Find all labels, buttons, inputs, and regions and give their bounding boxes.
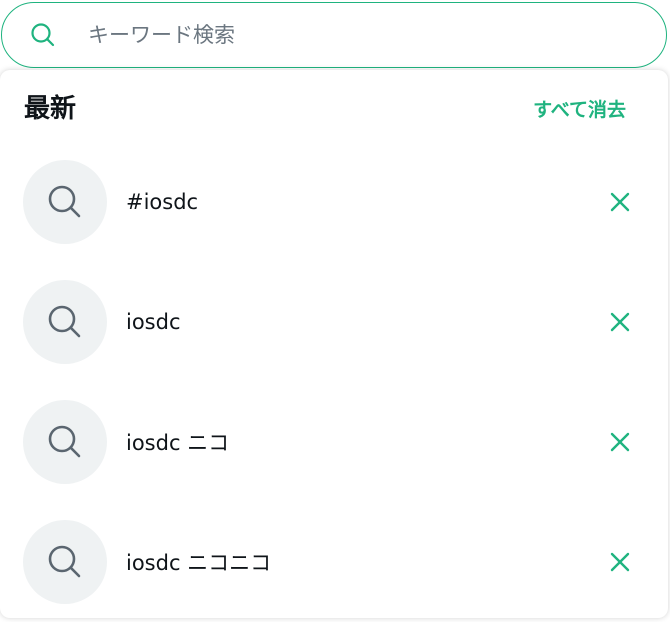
close-icon[interactable]: [606, 188, 634, 216]
search-input[interactable]: [86, 14, 610, 56]
close-icon[interactable]: [606, 308, 634, 336]
recent-search-label: iosdc ニコ: [126, 431, 230, 455]
search-icon: [23, 400, 107, 484]
recent-search-label: #iosdc: [126, 190, 199, 214]
recent-search-label: iosdc ニコニコ: [126, 551, 272, 575]
search-icon: [30, 22, 56, 48]
recent-search-item[interactable]: iosdc: [0, 262, 668, 382]
close-icon[interactable]: [606, 548, 634, 576]
recent-searches-header: 最新 すべて消去: [0, 70, 668, 146]
clear-all-button[interactable]: すべて消去: [533, 95, 626, 122]
search-icon: [23, 280, 107, 364]
search-bar[interactable]: [1, 2, 667, 68]
recent-search-item[interactable]: iosdc ニコニコ: [0, 502, 668, 622]
recent-searches-panel: 最新 すべて消去 #iosdc iosdc iosdc ニコ iosdc ニコニ…: [0, 70, 668, 618]
recent-search-item[interactable]: iosdc ニコ: [0, 382, 668, 502]
search-icon: [23, 160, 107, 244]
recent-search-item[interactable]: #iosdc: [0, 142, 668, 262]
close-icon[interactable]: [606, 428, 634, 456]
recent-search-label: iosdc: [126, 310, 181, 334]
recent-searches-title: 最新: [24, 94, 77, 124]
search-icon: [23, 520, 107, 604]
